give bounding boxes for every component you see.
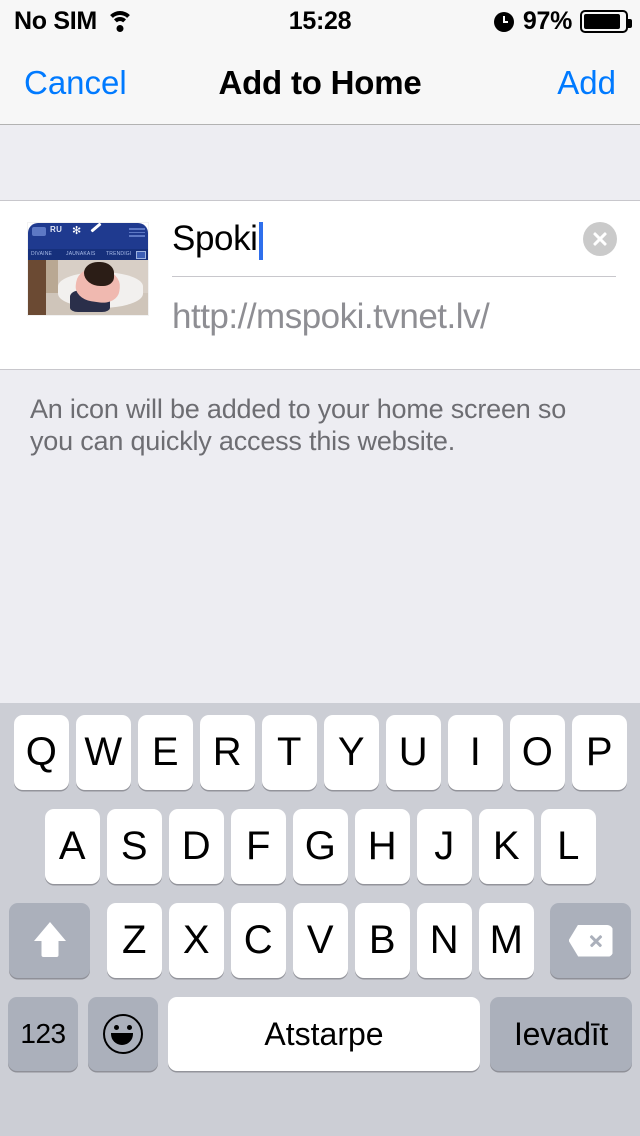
- thumbnail-sub-nav: DIVAINE JAUNAKAIS TRENDIGI: [28, 249, 148, 260]
- keyboard-row-1: QWERTYUIOP: [0, 715, 640, 790]
- bookmark-form-card: RU ✻ DIVAINE JAUNAKAIS TRENDIGI Spoki ht…: [0, 201, 640, 370]
- shift-arrow-icon[interactable]: [9, 903, 90, 978]
- section-gap: [0, 125, 640, 201]
- thumbnail-nav-item: TRENDIGI: [106, 251, 132, 257]
- key-x[interactable]: X: [168, 903, 224, 978]
- key-l[interactable]: L: [540, 809, 596, 884]
- key-i[interactable]: I: [447, 715, 503, 790]
- key-t[interactable]: T: [261, 715, 317, 790]
- keyboard-row-2: ASDFGHJKL: [0, 809, 640, 884]
- battery-icon: [580, 9, 632, 33]
- navigation-bar: Cancel Add to Home Add: [0, 42, 640, 125]
- key-q[interactable]: Q: [13, 715, 69, 790]
- backspace-icon[interactable]: [550, 903, 631, 978]
- enter-key[interactable]: Ievadīt: [490, 997, 632, 1071]
- url-field-row: http://mspoki.tvnet.lv/: [172, 277, 616, 357]
- form-fields: Spoki http://mspoki.tvnet.lv/: [148, 201, 640, 357]
- key-r[interactable]: R: [199, 715, 255, 790]
- thumbnail-photo: [28, 260, 148, 315]
- keyboard-row-4: 123 Atstarpe Ievadīt: [0, 997, 640, 1071]
- numbers-key[interactable]: 123: [8, 997, 78, 1071]
- space-key[interactable]: Atstarpe: [168, 997, 480, 1071]
- menu-lines-icon: [129, 228, 145, 237]
- key-d[interactable]: D: [168, 809, 224, 884]
- text-cursor: [258, 221, 263, 260]
- thumbnail-site-header: RU ✻: [28, 223, 148, 249]
- key-z[interactable]: Z: [106, 903, 162, 978]
- url-value: http://mspoki.tvnet.lv/: [172, 297, 490, 336]
- thumbnail-nav-item: JAUNAKAIS: [66, 251, 96, 257]
- status-bar: No SIM 15:28 97%: [0, 0, 640, 42]
- website-thumbnail: RU ✻ DIVAINE JAUNAKAIS TRENDIGI: [28, 223, 148, 315]
- page-title: Add to Home: [218, 64, 422, 101]
- thumbnail-container: RU ✻ DIVAINE JAUNAKAIS TRENDIGI: [0, 201, 148, 315]
- key-j[interactable]: J: [416, 809, 472, 884]
- emoji-smiley-icon[interactable]: [88, 997, 158, 1071]
- key-b[interactable]: B: [354, 903, 410, 978]
- key-g[interactable]: G: [292, 809, 348, 884]
- status-bar-clock: 15:28: [288, 6, 352, 35]
- key-k[interactable]: K: [478, 809, 534, 884]
- thumbnail-logo-icon: [32, 227, 46, 236]
- title-input-value[interactable]: Spoki: [172, 219, 258, 259]
- mail-icon: [136, 250, 146, 259]
- key-u[interactable]: U: [385, 715, 441, 790]
- title-field-row[interactable]: Spoki: [172, 201, 617, 276]
- on-screen-keyboard: QWERTYUIOP ASDFGHJKL ZXCVBNM 123 Atstarp…: [0, 703, 640, 1136]
- key-w[interactable]: W: [75, 715, 131, 790]
- key-y[interactable]: Y: [323, 715, 379, 790]
- key-h[interactable]: H: [354, 809, 410, 884]
- alarm-clock-icon: [493, 10, 515, 32]
- thumbnail-nav-item: DIVAINE: [31, 251, 53, 257]
- keyboard-row-3: ZXCVBNM: [0, 903, 640, 978]
- key-m[interactable]: M: [478, 903, 534, 978]
- key-e[interactable]: E: [137, 715, 193, 790]
- key-a[interactable]: A: [44, 809, 100, 884]
- footer-description: An icon will be added to your home scree…: [30, 394, 567, 456]
- clear-text-icon[interactable]: [583, 221, 617, 256]
- key-f[interactable]: F: [230, 809, 286, 884]
- key-p[interactable]: P: [571, 715, 627, 790]
- key-v[interactable]: V: [292, 903, 348, 978]
- key-c[interactable]: C: [230, 903, 286, 978]
- key-s[interactable]: S: [106, 809, 162, 884]
- thumbnail-lang-label: RU: [50, 225, 63, 234]
- pencil-icon: [90, 223, 102, 233]
- key-n[interactable]: N: [416, 903, 472, 978]
- snowflake-icon: ✻: [72, 225, 82, 237]
- key-o[interactable]: O: [509, 715, 565, 790]
